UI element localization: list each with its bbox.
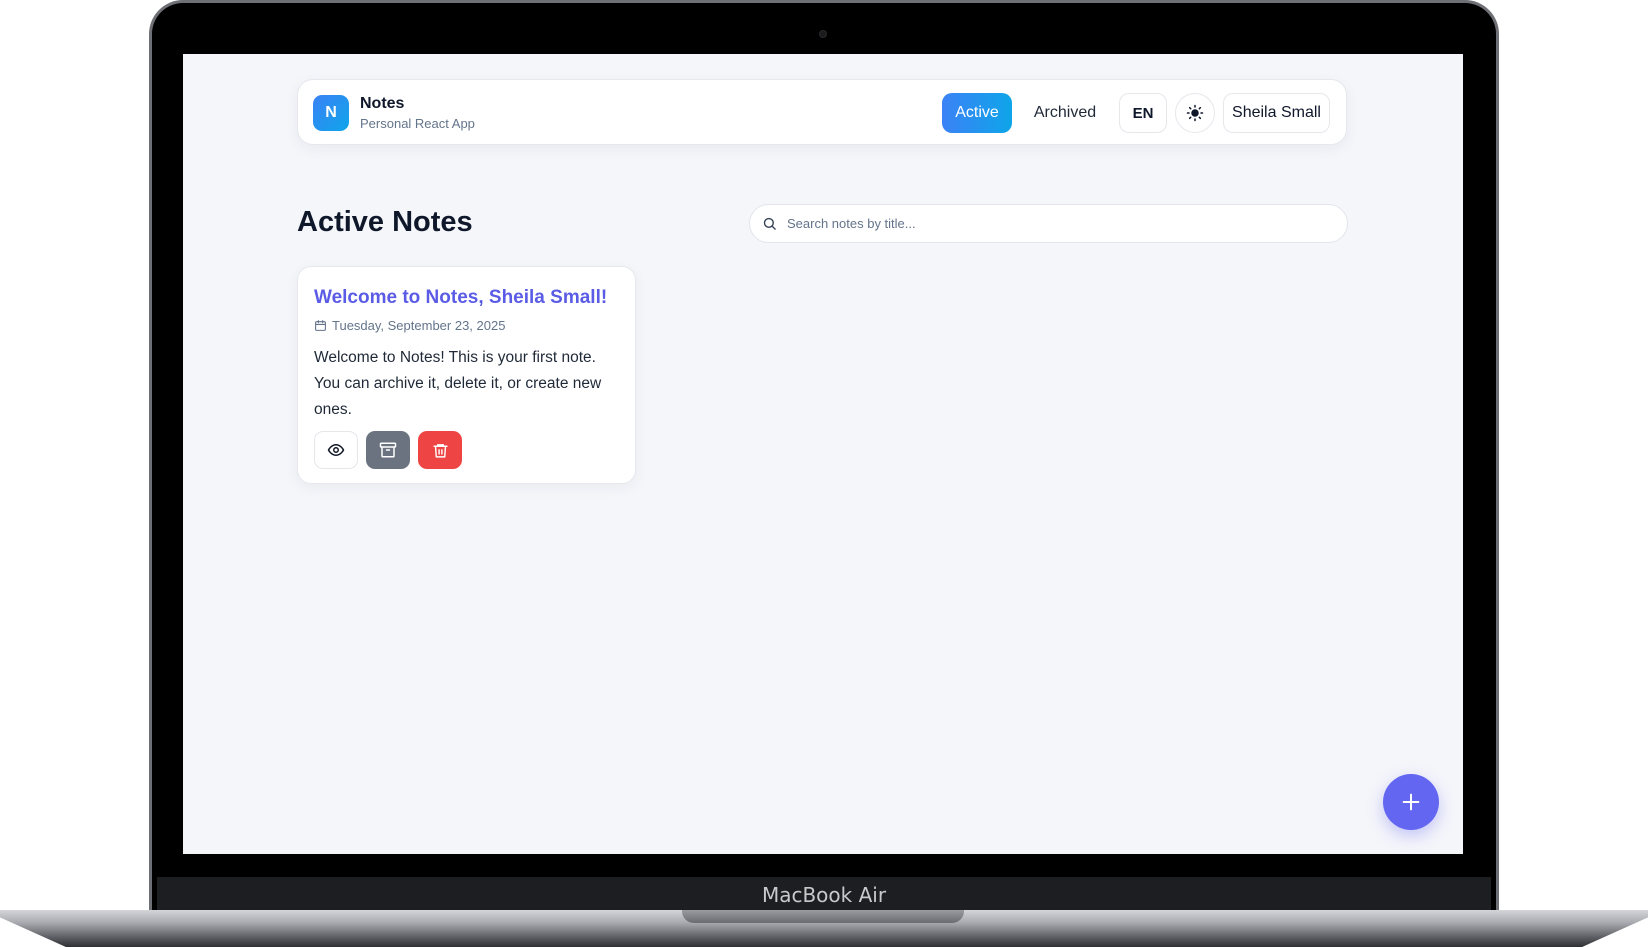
user-name: Sheila Small <box>1232 104 1321 121</box>
note-date: Tuesday, September 23, 2025 <box>314 318 505 333</box>
note-card: Welcome to Notes, Sheila Small! Tuesday,… <box>297 266 636 484</box>
nav-active-label: Active <box>955 104 999 121</box>
delete-note-button[interactable] <box>418 431 462 469</box>
plus-icon <box>1402 793 1420 811</box>
app-logo: N <box>313 95 349 131</box>
trash-icon <box>432 443 448 458</box>
add-note-button[interactable] <box>1383 774 1439 830</box>
device-label: MacBook Air <box>761 883 887 907</box>
nav-archived-button[interactable]: Archived <box>1020 93 1110 133</box>
header-bar: N Notes Personal React App Active Archiv… <box>297 79 1347 145</box>
search-bar <box>749 204 1348 243</box>
sun-icon <box>1186 104 1204 122</box>
theme-toggle-button[interactable] <box>1175 93 1215 133</box>
view-note-button[interactable] <box>314 431 358 469</box>
search-input[interactable] <box>787 216 1327 231</box>
page-title: Active Notes <box>297 206 473 238</box>
note-date-text: Tuesday, September 23, 2025 <box>332 318 506 333</box>
app-screen: N Notes Personal React App Active Archiv… <box>183 54 1463 854</box>
archive-note-button[interactable] <box>366 431 410 469</box>
nav-archived-label: Archived <box>1033 104 1097 121</box>
note-title[interactable]: Welcome to Notes, Sheila Small! <box>314 287 607 309</box>
laptop-chin: MacBook Air <box>157 877 1491 912</box>
laptop-hinge-notch <box>682 910 964 923</box>
app-title: Notes <box>360 95 405 112</box>
user-menu-button[interactable]: Sheila Small <box>1223 93 1330 133</box>
language-toggle-button[interactable]: EN <box>1119 93 1167 133</box>
camera-icon <box>819 30 827 38</box>
eye-icon <box>327 444 345 456</box>
app-subtitle: Personal React App <box>360 116 475 131</box>
search-icon <box>763 217 776 230</box>
archive-icon <box>379 442 397 458</box>
nav-active-button[interactable]: Active <box>942 93 1012 133</box>
calendar-icon <box>315 320 326 331</box>
language-label: EN <box>1132 104 1154 122</box>
note-body: Welcome to Notes! This is your first not… <box>314 349 602 418</box>
